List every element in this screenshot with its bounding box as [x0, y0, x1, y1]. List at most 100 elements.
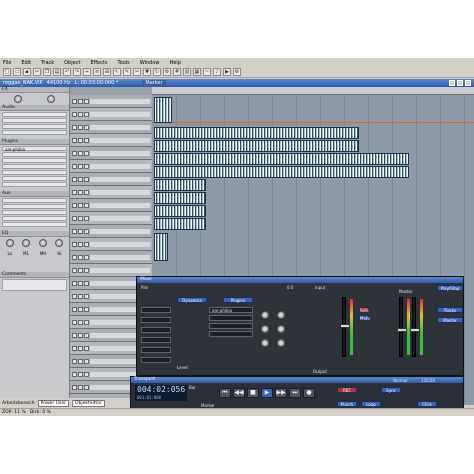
timeline-ruler[interactable] [152, 87, 474, 95]
track-name-field[interactable] [90, 228, 150, 234]
mode-value[interactable]: Normal [393, 378, 407, 383]
track-name-field[interactable] [90, 241, 150, 247]
q-knob-icon[interactable] [261, 339, 269, 347]
input-slot[interactable] [141, 347, 171, 353]
record-arm-icon[interactable] [84, 280, 89, 286]
loop-tool-icon[interactable]: ↻ [153, 68, 161, 76]
record-arm-icon[interactable] [84, 202, 89, 208]
forward-icon[interactable]: ▶▶ [275, 388, 287, 398]
forward-end-icon[interactable]: ⏭ [289, 388, 301, 398]
audio-slot[interactable] [2, 124, 67, 129]
audio-clip[interactable] [154, 166, 409, 178]
track-header[interactable] [70, 225, 152, 238]
mute-icon[interactable] [72, 293, 77, 299]
solo-icon[interactable] [78, 267, 83, 273]
input-slot[interactable] [141, 327, 171, 333]
plugin-slot-1[interactable]: am-phibia [2, 146, 67, 152]
loop-button[interactable]: Loop [361, 401, 381, 407]
plugin-slot[interactable] [2, 182, 67, 187]
maximize-icon[interactable] [457, 80, 463, 86]
level-icon[interactable]: ▥ [183, 68, 191, 76]
solo-icon[interactable] [78, 345, 83, 351]
audio-clip[interactable] [154, 97, 172, 123]
inspector-plugins-head[interactable]: Plugins [0, 139, 69, 145]
stop-icon[interactable]: ■ [247, 388, 259, 398]
track-name-field[interactable] [90, 98, 150, 104]
input-slot[interactable] [141, 357, 171, 363]
bpm-value[interactable]: 120.00 [421, 378, 435, 383]
record-arm-icon[interactable] [84, 137, 89, 143]
audio-clip[interactable] [154, 192, 206, 204]
cursor-icon[interactable]: ↖ [113, 68, 121, 76]
sync-button[interactable]: Sync [381, 387, 401, 393]
track-header[interactable] [70, 108, 152, 121]
solo-icon[interactable] [78, 202, 83, 208]
mixer-icon[interactable]: ≡ [93, 68, 101, 76]
solo-icon[interactable] [78, 241, 83, 247]
midi-icon[interactable]: ♪ [213, 68, 221, 76]
track-name-field[interactable] [90, 189, 150, 195]
audio-slot[interactable] [2, 130, 67, 135]
record-arm-icon[interactable] [84, 163, 89, 169]
aux-slot[interactable] [2, 204, 67, 209]
input-slot[interactable] [141, 317, 171, 323]
track-name-field[interactable] [90, 202, 150, 208]
mute-icon[interactable] [72, 241, 77, 247]
hi-knob-icon[interactable] [277, 311, 285, 319]
mid-knob-icon[interactable] [277, 325, 285, 333]
track-name-field[interactable] [90, 267, 150, 273]
zoom-icon[interactable]: + [83, 68, 91, 76]
solo-icon[interactable] [78, 293, 83, 299]
record-arm-icon[interactable] [84, 332, 89, 338]
eq-lo-knob-icon[interactable] [6, 239, 15, 247]
user-mode-select[interactable]: Power User [37, 399, 69, 407]
record-arm-icon[interactable] [84, 254, 89, 260]
master-fader-right[interactable] [410, 297, 420, 357]
solo-icon[interactable] [78, 98, 83, 104]
solo-icon[interactable] [78, 306, 83, 312]
plugins-button[interactable]: Plugins [223, 297, 253, 303]
mute-icon[interactable] [72, 137, 77, 143]
master-button[interactable]: Master [437, 317, 463, 323]
master-fader-left[interactable] [397, 297, 407, 357]
redo-icon[interactable]: ↷ [73, 68, 81, 76]
menu-tools[interactable]: Tools [117, 60, 129, 66]
menu-effects[interactable]: Effects [90, 60, 107, 66]
marker-tab[interactable]: Marker [142, 80, 166, 86]
menu-file[interactable]: File [3, 60, 11, 66]
solo-icon[interactable] [78, 111, 83, 117]
open-folder-icon[interactable]: ▭ [13, 68, 21, 76]
wave-icon[interactable]: ~ [203, 68, 211, 76]
mute-icon[interactable] [72, 254, 77, 260]
track-header[interactable] [70, 173, 152, 186]
track-header[interactable] [70, 121, 152, 134]
audio-clip[interactable] [154, 233, 168, 261]
solo-icon[interactable] [78, 215, 83, 221]
mute-icon[interactable] [72, 176, 77, 182]
mute-icon[interactable] [72, 189, 77, 195]
record-arm-icon[interactable] [84, 215, 89, 221]
track-header[interactable] [70, 186, 152, 199]
track-header[interactable] [70, 199, 152, 212]
aux-slot[interactable] [2, 222, 67, 227]
grid-icon[interactable]: # [173, 68, 181, 76]
fader-cap-icon[interactable] [340, 324, 350, 328]
volume-knob-icon[interactable] [14, 95, 23, 103]
record-arm-icon[interactable] [84, 371, 89, 377]
record-arm-icon[interactable] [84, 293, 89, 299]
pencil-icon[interactable]: ✎ [123, 68, 131, 76]
mute-icon[interactable] [72, 345, 77, 351]
channel-fader[interactable] [340, 297, 350, 357]
mute-icon[interactable] [72, 98, 77, 104]
track-name-field[interactable] [90, 111, 150, 117]
rec-button[interactable]: REC [337, 387, 357, 393]
solo-icon[interactable] [78, 150, 83, 156]
snap-icon[interactable]: ⊞ [103, 68, 111, 76]
mute-icon[interactable] [72, 163, 77, 169]
audio-clip[interactable] [154, 179, 206, 191]
track-header[interactable] [70, 238, 152, 251]
solo-icon[interactable] [78, 189, 83, 195]
record-arm-icon[interactable] [84, 384, 89, 390]
aux-slot[interactable] [2, 216, 67, 221]
menu-track[interactable]: Track [41, 60, 54, 66]
